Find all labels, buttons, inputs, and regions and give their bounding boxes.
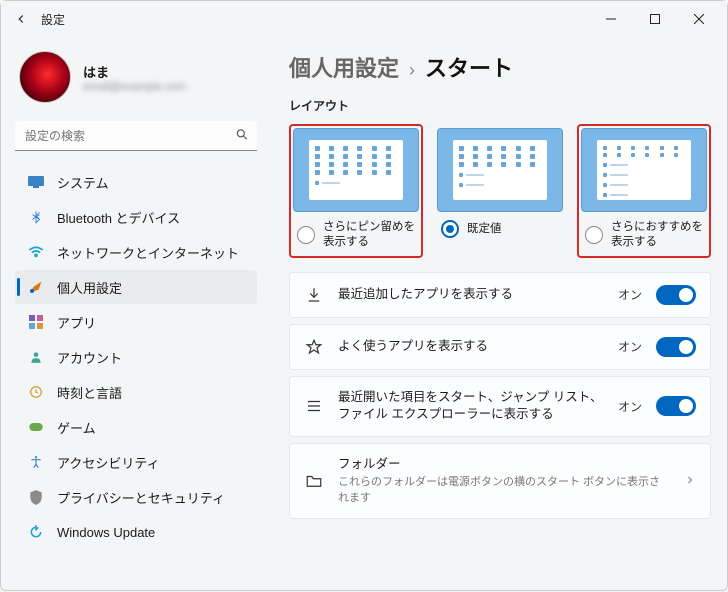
- folders-title: フォルダー: [338, 457, 401, 471]
- setting-label: 最近開いた項目をスタート、ジャンプ リスト、ファイル エクスプローラーに表示する: [338, 389, 604, 424]
- list-icon: [304, 396, 324, 416]
- radio-label-default: 既定値: [467, 222, 502, 237]
- brush-icon: [27, 278, 45, 296]
- chevron-right-icon: ›: [409, 60, 415, 81]
- titlebar: 設定: [1, 1, 727, 37]
- sidebar-item-label: ネットワークとインターネット: [57, 243, 239, 262]
- sidebar-item-label: アクセシビリティ: [57, 453, 160, 472]
- toggle-recent-items[interactable]: [656, 396, 696, 416]
- sidebar-item-apps[interactable]: アプリ: [15, 305, 257, 339]
- toggle-recent-apps[interactable]: [656, 285, 696, 305]
- breadcrumb-current: スタート: [425, 51, 513, 83]
- sidebar-item-label: ゲーム: [57, 418, 96, 437]
- setting-label: フォルダー これらのフォルダーは電源ボタンの横のスタート ボタンに表示されます: [338, 456, 670, 506]
- sidebar: はま email@example.com システム: [1, 37, 271, 592]
- content: 個人用設定 › スタート レイアウト さらにピン留めを表示する: [271, 37, 727, 592]
- close-button[interactable]: [677, 5, 721, 33]
- layout-option-more-recs[interactable]: さらにおすすめを表示する: [577, 124, 711, 258]
- sidebar-item-label: アカウント: [57, 348, 122, 367]
- layout-options: さらにピン留めを表示する 既定値: [289, 124, 711, 258]
- layout-thumb-more-pins: [293, 128, 419, 212]
- update-icon: [27, 523, 45, 541]
- toggle-text: オン: [618, 398, 642, 415]
- sidebar-item-bluetooth[interactable]: Bluetooth とデバイス: [15, 200, 257, 234]
- user-email: email@example.com: [83, 81, 186, 93]
- apps-icon: [27, 313, 45, 331]
- breadcrumb-parent[interactable]: 個人用設定: [289, 51, 399, 83]
- download-icon: [304, 285, 324, 305]
- shield-icon: [27, 488, 45, 506]
- setting-recent-items[interactable]: 最近開いた項目をスタート、ジャンプ リスト、ファイル エクスプローラーに表示する…: [289, 376, 711, 437]
- bluetooth-icon: [27, 208, 45, 226]
- radio-label-more-recs: さらにおすすめを表示する: [611, 220, 703, 250]
- section-layout-label: レイアウト: [289, 97, 711, 114]
- toggle-text: オン: [618, 338, 642, 355]
- setting-folders[interactable]: フォルダー これらのフォルダーは電源ボタンの横のスタート ボタンに表示されます: [289, 443, 711, 519]
- radio-default[interactable]: [441, 220, 459, 238]
- sidebar-item-label: Windows Update: [57, 525, 155, 540]
- accessibility-icon: [27, 453, 45, 471]
- chevron-right-icon: [684, 474, 696, 489]
- setting-recent-apps[interactable]: 最近追加したアプリを表示する オン: [289, 272, 711, 318]
- star-icon: [304, 337, 324, 357]
- wifi-icon: [27, 243, 45, 261]
- search-box[interactable]: [15, 121, 257, 151]
- user-name: はま: [83, 62, 186, 81]
- sidebar-item-network[interactable]: ネットワークとインターネット: [15, 235, 257, 269]
- sidebar-item-label: Bluetooth とデバイス: [57, 208, 180, 227]
- sidebar-item-label: 個人用設定: [57, 278, 122, 297]
- search-input[interactable]: [15, 121, 257, 151]
- maximize-button[interactable]: [633, 5, 677, 33]
- setting-most-used[interactable]: よく使うアプリを表示する オン: [289, 324, 711, 370]
- sidebar-item-privacy[interactable]: プライバシーとセキュリティ: [15, 480, 257, 514]
- sidebar-item-label: システム: [57, 173, 109, 192]
- sidebar-item-accounts[interactable]: アカウント: [15, 340, 257, 374]
- user-block[interactable]: はま email@example.com: [15, 43, 257, 121]
- clock-icon: [27, 383, 45, 401]
- window-title: 設定: [41, 11, 65, 28]
- layout-option-default[interactable]: 既定値: [433, 124, 567, 258]
- person-icon: [27, 348, 45, 366]
- setting-label: 最近追加したアプリを表示する: [338, 286, 604, 304]
- layout-thumb-default: [437, 128, 563, 212]
- layout-thumb-more-recs: [581, 128, 707, 212]
- avatar: [19, 51, 71, 103]
- sidebar-item-accessibility[interactable]: アクセシビリティ: [15, 445, 257, 479]
- sidebar-item-gaming[interactable]: ゲーム: [15, 410, 257, 444]
- sidebar-item-time[interactable]: 時刻と言語: [15, 375, 257, 409]
- back-button[interactable]: [7, 5, 35, 33]
- sidebar-item-update[interactable]: Windows Update: [15, 515, 257, 549]
- system-icon: [27, 173, 45, 191]
- radio-more-pins[interactable]: [297, 226, 315, 244]
- sidebar-item-label: 時刻と言語: [57, 383, 122, 402]
- sidebar-item-label: プライバシーとセキュリティ: [57, 488, 225, 507]
- toggle-text: オン: [618, 286, 642, 303]
- layout-option-more-pins[interactable]: さらにピン留めを表示する: [289, 124, 423, 258]
- radio-more-recs[interactable]: [585, 226, 603, 244]
- sidebar-item-personalization[interactable]: 個人用設定: [15, 270, 257, 304]
- folders-sub: これらのフォルダーは電源ボタンの横のスタート ボタンに表示されます: [338, 475, 670, 506]
- radio-label-more-pins: さらにピン留めを表示する: [323, 220, 415, 250]
- sidebar-item-label: アプリ: [57, 313, 96, 332]
- setting-label: よく使うアプリを表示する: [338, 338, 604, 356]
- sidebar-item-system[interactable]: システム: [15, 165, 257, 199]
- folder-icon: [304, 471, 324, 491]
- nav: システム Bluetooth とデバイス ネットワークとインターネット 個人用設…: [15, 165, 257, 549]
- toggle-most-used[interactable]: [656, 337, 696, 357]
- breadcrumb: 個人用設定 › スタート: [289, 51, 711, 83]
- minimize-button[interactable]: [589, 5, 633, 33]
- game-icon: [27, 418, 45, 436]
